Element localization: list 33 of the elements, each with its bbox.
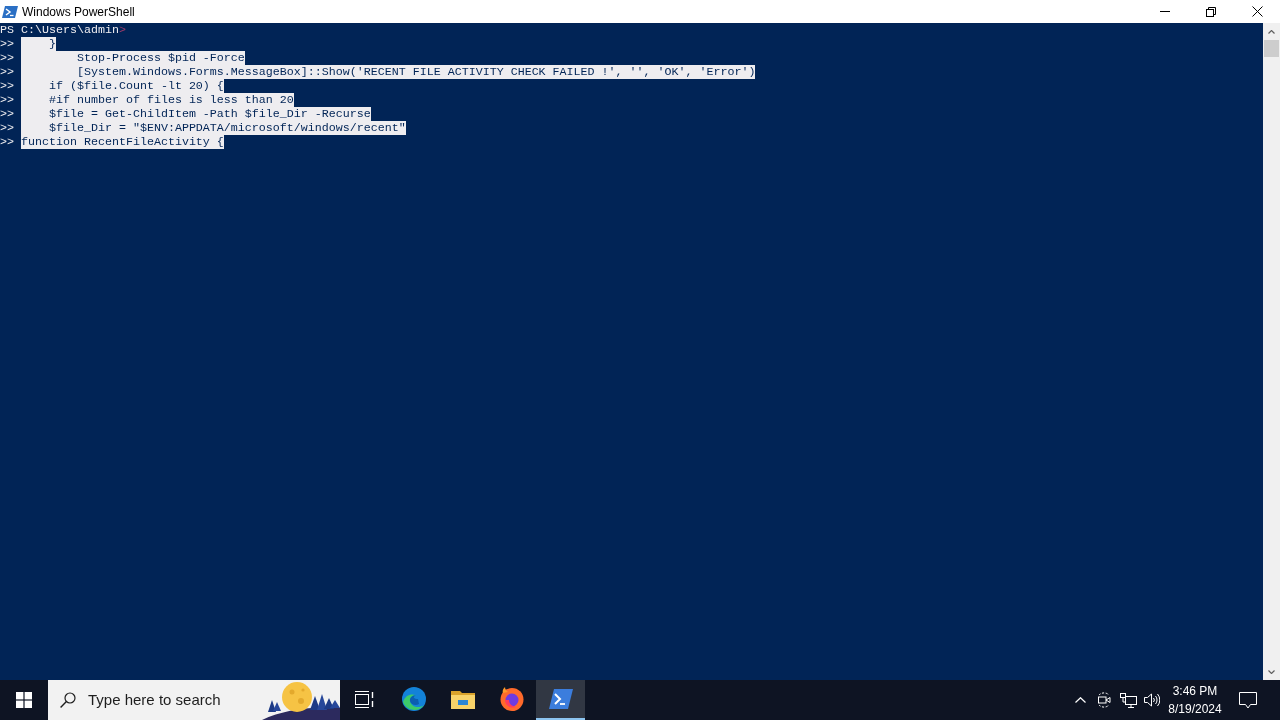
clock-date[interactable]: 8/19/2024 — [1168, 700, 1222, 718]
scroll-thumb[interactable] — [1264, 40, 1279, 57]
continuation-prompt: >> — [0, 135, 14, 149]
powershell-icon — [548, 689, 573, 709]
task-view-icon — [354, 690, 375, 708]
continuation-prompt: >> — [0, 107, 14, 121]
scroll-up-icon — [1268, 29, 1275, 34]
continuation-prompt: >> — [0, 51, 14, 65]
continuation-prompt: >> — [0, 93, 14, 107]
chevron-up-icon — [1074, 697, 1086, 703]
window-title: Windows PowerShell — [22, 4, 135, 19]
folder-icon — [450, 689, 475, 709]
windows-logo-icon — [16, 692, 32, 708]
search-icon — [60, 692, 76, 708]
continuation-prompt: >> — [0, 65, 14, 79]
restore-icon — [1206, 6, 1216, 17]
speaker-icon — [1144, 693, 1160, 707]
close-icon — [1251, 6, 1263, 17]
search-input[interactable]: Type here to search — [88, 688, 238, 712]
minimize-icon — [1160, 11, 1170, 12]
search-bar[interactable]: Type here to search — [48, 680, 340, 720]
continuation-prompt: >> — [0, 79, 14, 93]
network-monitor-icon — [1119, 692, 1137, 708]
taskbar-app-button[interactable] — [536, 680, 585, 720]
clock-time[interactable]: 3:46 PM — [1172, 682, 1218, 700]
firefox-icon — [499, 687, 524, 711]
continuation-prompt: >> — [0, 37, 14, 51]
camera-icon — [1097, 692, 1111, 708]
edge-icon — [401, 687, 426, 711]
continuation-prompt: >> — [0, 121, 14, 135]
prompt-text: PS C:\Users\admin> — [0, 23, 126, 37]
scroll-down-icon — [1268, 669, 1275, 674]
speech-bubble-icon — [1239, 691, 1257, 709]
